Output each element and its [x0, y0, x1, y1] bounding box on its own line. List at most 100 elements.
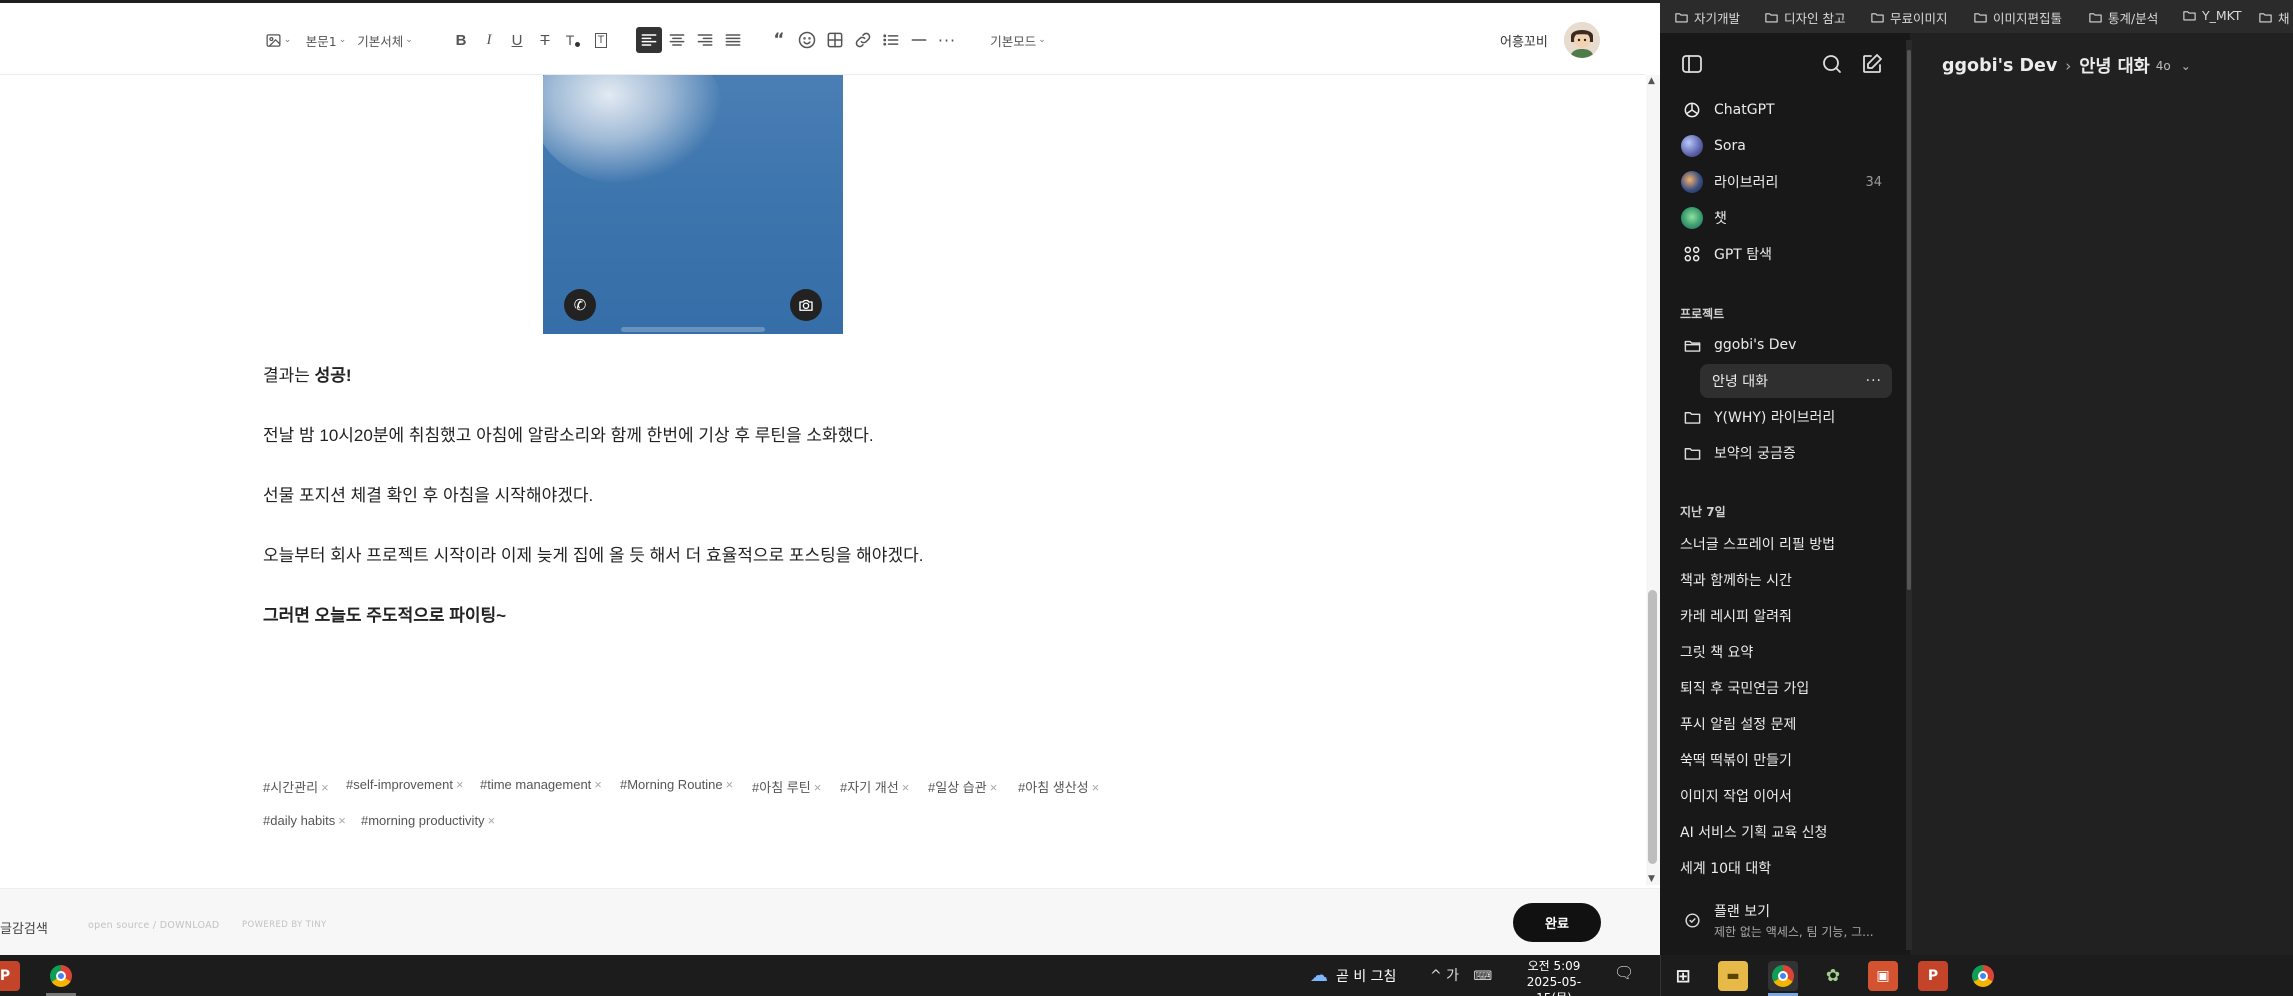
- ime-icon[interactable]: ⌨: [1474, 969, 1493, 984]
- paragraph-2[interactable]: 전날 밤 10시20분에 취침했고 아침에 알람소리와 함께 한번에 기상 후 …: [263, 421, 874, 446]
- system-tray[interactable]: ^ 가 ⌨: [1430, 965, 1492, 985]
- tag-remove-icon[interactable]: ×: [990, 780, 998, 795]
- paragraph-1[interactable]: 결과는 성공!: [263, 361, 352, 386]
- tag-item[interactable]: #self-improvement ×: [346, 777, 464, 792]
- history-item[interactable]: 쑥떡 떡볶이 만들기: [1680, 750, 1792, 770]
- chrome-icon[interactable]: [46, 961, 76, 991]
- text-background-icon[interactable]: T: [590, 27, 612, 53]
- tag-item[interactable]: #시간관리 ×: [263, 777, 329, 796]
- horizontal-rule-icon[interactable]: [906, 27, 932, 53]
- tag-remove-icon[interactable]: ×: [902, 780, 910, 795]
- opensource-link[interactable]: open source / DOWNLOAD: [88, 920, 220, 931]
- app-icon[interactable]: ✿: [1818, 961, 1848, 991]
- paragraph-5[interactable]: 그러면 오늘도 주도적으로 파이팅~: [263, 601, 506, 626]
- project-ggobis-dev[interactable]: ggobi's Dev: [1680, 328, 1892, 362]
- bookmark-folder[interactable]: 자기개발: [1674, 8, 1740, 27]
- align-justify-icon[interactable]: [720, 27, 746, 53]
- bookmark-folder[interactable]: 채: [2258, 8, 2290, 27]
- search-icon[interactable]: [1820, 52, 1844, 76]
- link-icon[interactable]: [850, 27, 876, 53]
- tag-remove-icon[interactable]: ×: [594, 777, 602, 792]
- project-chat-active[interactable]: 안녕 대화 ···: [1700, 364, 1892, 398]
- done-button[interactable]: 완료: [1513, 903, 1601, 942]
- more-icon[interactable]: ···: [934, 27, 960, 53]
- nav-item-explore-gpts[interactable]: GPT 탐색: [1680, 237, 1892, 271]
- breadcrumb-project[interactable]: ggobi's Dev: [1942, 56, 2057, 76]
- tag-remove-icon[interactable]: ×: [488, 813, 496, 828]
- nav-item-library[interactable]: 라이브러리 34: [1680, 165, 1892, 199]
- tag-remove-icon[interactable]: ×: [456, 777, 464, 792]
- tag-remove-icon[interactable]: ×: [814, 780, 822, 795]
- powerpoint-icon[interactable]: P: [0, 961, 20, 991]
- toggle-sidebar-icon[interactable]: [1680, 52, 1704, 76]
- content-search-link[interactable]: 글감검색: [0, 918, 48, 937]
- italic-icon[interactable]: I: [478, 27, 500, 53]
- history-item[interactable]: AI 서비스 기획 교육 신청: [1680, 822, 1827, 842]
- tag-remove-icon[interactable]: ×: [338, 813, 346, 828]
- history-item[interactable]: 이미지 작업 이어서: [1680, 786, 1792, 806]
- tag-remove-icon[interactable]: ×: [726, 777, 734, 792]
- nav-item-sora[interactable]: Sora: [1680, 129, 1892, 163]
- font-family-select[interactable]: 기본서체 ⌄: [356, 27, 414, 53]
- tag-item[interactable]: #자기 개선 ×: [840, 777, 909, 796]
- nav-item-chatgpt[interactable]: ChatGPT: [1680, 93, 1892, 127]
- list-icon[interactable]: [878, 27, 904, 53]
- tag-item[interactable]: #일상 습관 ×: [928, 777, 997, 796]
- project-boyak[interactable]: 보약의 궁금증: [1680, 436, 1892, 470]
- tag-item[interactable]: #morning productivity ×: [361, 813, 495, 828]
- history-item[interactable]: 세계 10대 대학: [1680, 858, 1771, 878]
- bookmark-folder[interactable]: 이미지편집툴: [1973, 8, 2062, 27]
- tag-item[interactable]: #time management ×: [480, 777, 602, 792]
- editor-mode-select[interactable]: 기본모드 ⌄: [988, 27, 1048, 53]
- history-item[interactable]: 스너글 스프레이 리필 방법: [1680, 534, 1835, 554]
- model-version[interactable]: 4o: [2156, 59, 2171, 73]
- windows-start-icon[interactable]: ⊞: [1668, 961, 1698, 991]
- office-icon[interactable]: ▣: [1868, 961, 1898, 991]
- tag-item[interactable]: #아침 생산성 ×: [1018, 777, 1099, 796]
- weather-widget[interactable]: ☁ 곧 비 그침: [1310, 965, 1396, 986]
- file-explorer-icon[interactable]: ▬: [1718, 961, 1748, 991]
- avatar[interactable]: [1564, 22, 1600, 58]
- chevron-down-icon[interactable]: ⌄: [2181, 59, 2191, 73]
- notification-icon[interactable]: 🗨: [1614, 963, 1634, 982]
- text-color-icon[interactable]: T: [562, 27, 584, 53]
- scroll-up-icon[interactable]: ▲: [1648, 76, 1655, 86]
- tag-item[interactable]: #Morning Routine ×: [620, 777, 733, 792]
- scroll-down-icon[interactable]: ▼: [1648, 874, 1655, 884]
- powerpoint-icon[interactable]: P: [1918, 961, 1948, 991]
- bookmark-folder[interactable]: 통계/분석: [2088, 8, 2158, 27]
- bookmark-folder[interactable]: Y_MKT: [2182, 8, 2242, 23]
- editor-scrollbar-thumb[interactable]: [1648, 590, 1657, 864]
- tag-remove-icon[interactable]: ×: [1092, 780, 1100, 795]
- history-item[interactable]: 그릿 책 요약: [1680, 642, 1753, 662]
- chrome-icon[interactable]: [1768, 961, 1798, 991]
- align-right-icon[interactable]: [692, 27, 718, 53]
- history-item[interactable]: 카레 레시피 알려줘: [1680, 606, 1792, 626]
- history-item[interactable]: 퇴직 후 국민연금 가입: [1680, 678, 1809, 698]
- table-icon[interactable]: [822, 27, 848, 53]
- upgrade-plan-button[interactable]: 플랜 보기 제한 없는 액세스, 팀 기능, 그...: [1680, 898, 1892, 942]
- align-center-icon[interactable]: [664, 27, 690, 53]
- paragraph-4[interactable]: 오늘부터 회사 프로젝트 시작이라 이제 늦게 집에 올 듯 해서 더 효율적으…: [263, 541, 923, 566]
- more-options-icon[interactable]: ···: [1866, 373, 1882, 389]
- bookmark-folder[interactable]: 디자인 참고: [1764, 8, 1845, 27]
- project-y-why-library[interactable]: Y(WHY) 라이브러리: [1680, 400, 1892, 434]
- breadcrumb-chat-title[interactable]: 안녕 대화: [2079, 53, 2150, 78]
- image-icon[interactable]: ⌄: [263, 27, 293, 53]
- tag-item[interactable]: #아침 루틴 ×: [752, 777, 821, 796]
- history-item[interactable]: 푸시 알림 설정 문제: [1680, 714, 1796, 734]
- chrome-icon[interactable]: [1968, 961, 1998, 991]
- new-chat-icon[interactable]: [1860, 52, 1884, 76]
- align-left-icon[interactable]: [636, 27, 662, 53]
- sidebar-scrollbar-thumb[interactable]: [1907, 50, 1911, 590]
- nav-item-gpt[interactable]: 챗: [1680, 201, 1892, 235]
- emoji-icon[interactable]: [794, 27, 820, 53]
- quote-icon[interactable]: “: [766, 27, 792, 53]
- system-clock[interactable]: 오전 5:09 2025-05-15(목): [1512, 958, 1596, 996]
- post-image[interactable]: ✆: [543, 75, 843, 334]
- paragraph-3[interactable]: 선물 포지션 체결 확인 후 아침을 시작해야겠다.: [263, 481, 593, 506]
- history-item[interactable]: 책과 함께하는 시간: [1680, 570, 1792, 590]
- bold-icon[interactable]: B: [450, 27, 472, 53]
- underline-icon[interactable]: U: [506, 27, 528, 53]
- tag-remove-icon[interactable]: ×: [321, 780, 329, 795]
